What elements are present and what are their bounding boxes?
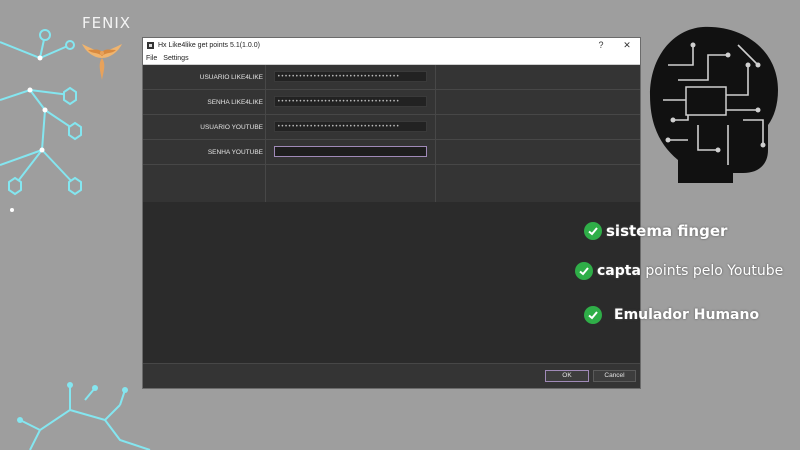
feature-text: sistema finger — [606, 222, 728, 240]
form-row-usuario-youtube: USUARIO YOUTUBE — [143, 115, 640, 140]
close-button[interactable]: ✕ — [614, 38, 640, 52]
circuit-decoration-bottom-left — [17, 382, 151, 450]
feature-sistema-finger: sistema finger — [584, 222, 727, 240]
dialog-footer: OK Cancel — [143, 363, 640, 388]
cancel-button[interactable]: Cancel — [593, 370, 636, 382]
ok-button[interactable]: OK — [545, 370, 589, 382]
feature-text: Emulador Humano — [614, 307, 760, 323]
check-icon — [584, 222, 602, 240]
window-title: Hx Like4like get points 5.1(1.0.0) — [158, 41, 260, 49]
title-bar[interactable]: Hx Like4like get points 5.1(1.0.0) ? ✕ — [143, 38, 640, 52]
feature-text-bold: capta — [597, 263, 641, 279]
menu-bar: File Settings — [143, 52, 640, 65]
form-row-usuario-like4like: USUARIO LIKE4LIKE — [143, 65, 640, 90]
label-usuario-youtube: USUARIO YOUTUBE — [200, 123, 263, 131]
help-button[interactable]: ? — [588, 38, 614, 52]
login-form: USUARIO LIKE4LIKE SENHA LIKE4LIKE USUARI… — [143, 65, 640, 202]
form-row-senha-like4like: SENHA LIKE4LIKE — [143, 90, 640, 115]
senha-like4like-input[interactable] — [274, 96, 427, 107]
brand-name: FENIX — [82, 14, 132, 32]
senha-youtube-input[interactable] — [274, 146, 427, 157]
feature-emulador-humano: Emulador Humano — [584, 306, 759, 324]
label-usuario-like4like: USUARIO LIKE4LIKE — [199, 73, 263, 81]
phoenix-logo — [82, 44, 122, 80]
feature-text: points pelo Youtube — [640, 263, 784, 279]
circuit-decoration-top-left — [0, 29, 82, 212]
app-icon — [147, 41, 154, 49]
feature-capta-points: capta points pelo Youtube — [575, 262, 783, 280]
usuario-like4like-input[interactable] — [274, 71, 427, 82]
menu-settings[interactable]: Settings — [160, 55, 191, 62]
menu-file[interactable]: File — [143, 55, 160, 62]
form-row-senha-youtube: SENHA YOUTUBE — [143, 140, 640, 165]
check-icon — [575, 262, 593, 280]
label-senha-like4like: SENHA LIKE4LIKE — [207, 98, 263, 106]
check-icon — [584, 306, 602, 324]
app-window: Hx Like4like get points 5.1(1.0.0) ? ✕ F… — [142, 37, 641, 389]
usuario-youtube-input[interactable] — [274, 121, 427, 132]
circuit-head-icon — [650, 26, 778, 183]
label-senha-youtube: SENHA YOUTUBE — [207, 148, 263, 156]
